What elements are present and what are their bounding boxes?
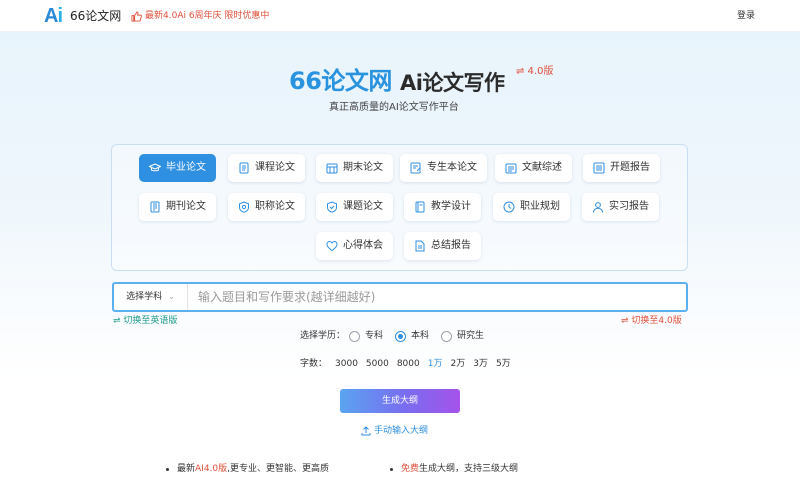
word-option-50k[interactable]: 5万 — [496, 357, 511, 371]
manual-outline-label: 手动输入大纲 — [374, 426, 429, 436]
education-option-graduate[interactable]: 研究生 — [441, 329, 484, 343]
thumbs-up-icon — [131, 10, 142, 22]
feature-highlight: 免费 — [401, 464, 420, 474]
clock-icon — [503, 201, 515, 213]
topic-input-row: 选择学科 ⌄ — [112, 282, 688, 312]
category-label: 职业规划 — [520, 201, 560, 212]
bullet-dot — [166, 467, 169, 471]
journal-icon — [150, 201, 160, 213]
switch-english-link[interactable]: ⇌ 切换至英语版 — [113, 315, 177, 327]
summary-doc-icon — [415, 240, 425, 252]
version-badge: ⇌ 4.0版 — [516, 66, 554, 77]
category-label: 毕业论文 — [166, 162, 206, 173]
category-label: 期末论文 — [343, 162, 383, 173]
word-option-10k[interactable]: 1万 — [428, 357, 443, 371]
option-label: 研究生 — [457, 331, 485, 341]
subject-select[interactable]: 选择学科 ⌄ — [114, 284, 188, 310]
category-label: 专生本论文 — [427, 162, 477, 173]
word-option-3000[interactable]: 3000 — [335, 357, 358, 371]
graduation-cap-icon — [149, 163, 161, 172]
category-proposal-report[interactable]: 开题报告 — [583, 154, 660, 182]
category-title-paper[interactable]: 职称论文 — [228, 193, 305, 221]
shield-check-icon — [327, 201, 337, 213]
edit-document-icon — [410, 162, 421, 174]
category-panel: 毕业论文 课程论文 期末论文 专生本论文 文献综述 开题报告 期刊论文 职称论文… — [111, 144, 688, 271]
word-option-8000[interactable]: 8000 — [397, 357, 420, 371]
upload-icon — [361, 426, 371, 436]
login-link[interactable]: 登录 — [737, 9, 755, 23]
generate-outline-button[interactable]: 生成大纲 — [340, 389, 460, 413]
category-label: 心得体会 — [343, 240, 383, 251]
promo-text: 最新4.0Ai 6周年庆 限时优惠中 — [145, 11, 270, 21]
radio-button[interactable] — [349, 330, 361, 342]
category-label: 文献综述 — [522, 162, 562, 173]
category-teaching-design[interactable]: 教学设计 — [404, 193, 481, 221]
category-literature-review[interactable]: 文献综述 — [495, 154, 572, 182]
category-label: 课程论文 — [255, 162, 295, 173]
hero-brand: 66论文网 — [289, 67, 392, 95]
topic-input[interactable] — [188, 284, 686, 310]
category-summary-report[interactable]: 总结报告 — [404, 232, 481, 260]
hero-subtitle: 真正高质量的AI论文写作平台 — [329, 102, 459, 113]
education-option-junior-college[interactable]: 专科 — [349, 329, 383, 343]
option-label: 本科 — [411, 331, 430, 341]
logo-icon[interactable]: Ai — [44, 5, 66, 27]
shield-badge-icon — [239, 201, 249, 213]
switch-v4-link[interactable]: ⇌ 切换至4.0版 — [621, 315, 682, 327]
person-icon — [593, 202, 603, 213]
document-lines-icon — [239, 162, 249, 174]
option-label: 专科 — [365, 331, 384, 341]
category-upgrade-paper[interactable]: 专生本论文 — [400, 154, 487, 182]
top-header: Ai 66论文网 最新4.0Ai 6周年庆 限时优惠中 登录 — [0, 0, 800, 32]
feature-suffix: ,更专业、更智能、更高质 — [227, 464, 330, 474]
education-selector: 选择学历： 专科 本科 研究生 — [300, 329, 484, 343]
category-label: 期刊论文 — [166, 201, 206, 212]
category-career-planning[interactable]: 职业规划 — [493, 193, 570, 221]
hero-title: Ai论文写作 — [400, 71, 505, 95]
category-final-paper[interactable]: 期末论文 — [316, 154, 393, 182]
calendar-grid-icon — [326, 163, 338, 174]
word-option-30k[interactable]: 3万 — [473, 357, 488, 371]
education-label: 选择学历： — [300, 331, 346, 341]
word-option-5000[interactable]: 5000 — [366, 357, 389, 371]
site-name[interactable]: 66论文网 — [70, 8, 121, 24]
category-graduation-thesis[interactable]: 毕业论文 — [139, 154, 216, 182]
category-project-paper[interactable]: 课题论文 — [316, 193, 393, 221]
heart-icon — [326, 240, 338, 252]
feature-prefix: 最新 — [177, 464, 196, 474]
manual-outline-link[interactable]: 手动输入大纲 — [361, 425, 428, 437]
radio-button-selected[interactable] — [395, 330, 407, 342]
word-count-selector: 字数： 3000 5000 8000 1万 2万 3万 5万 — [300, 357, 511, 371]
category-label: 教学设计 — [431, 201, 471, 212]
education-option-undergraduate[interactable]: 本科 — [395, 329, 429, 343]
report-icon — [593, 162, 605, 174]
feature-suffix: 生成大纲，支持三级大纲 — [419, 464, 519, 474]
word-count-label: 字数： — [300, 359, 328, 369]
promo-banner[interactable]: 最新4.0Ai 6周年庆 限时优惠中 — [131, 9, 269, 23]
category-reflection[interactable]: 心得体会 — [316, 232, 393, 260]
category-course-paper[interactable]: 课程论文 — [228, 154, 305, 182]
book-list-icon — [505, 163, 517, 174]
word-option-20k[interactable]: 2万 — [450, 357, 465, 371]
notebook-icon — [415, 201, 425, 213]
category-label: 实习报告 — [609, 201, 649, 212]
category-label: 职称论文 — [255, 201, 295, 212]
category-internship-report[interactable]: 实习报告 — [582, 193, 659, 221]
feature-item-ai40: 最新 AI4.0版 ,更专业、更智能、更高质 — [166, 463, 329, 475]
category-journal-paper[interactable]: 期刊论文 — [139, 193, 216, 221]
feature-highlight: AI4.0版 — [195, 464, 228, 474]
feature-item-free-outline: 免费 生成大纲，支持三级大纲 — [390, 463, 518, 475]
category-label: 开题报告 — [610, 162, 650, 173]
chevron-down-icon: ⌄ — [168, 292, 175, 301]
category-label: 总结报告 — [431, 240, 471, 251]
subject-select-label: 选择学科 — [126, 292, 163, 302]
radio-button[interactable] — [441, 330, 453, 342]
bullet-dot — [390, 467, 393, 471]
category-label: 课题论文 — [343, 201, 383, 212]
